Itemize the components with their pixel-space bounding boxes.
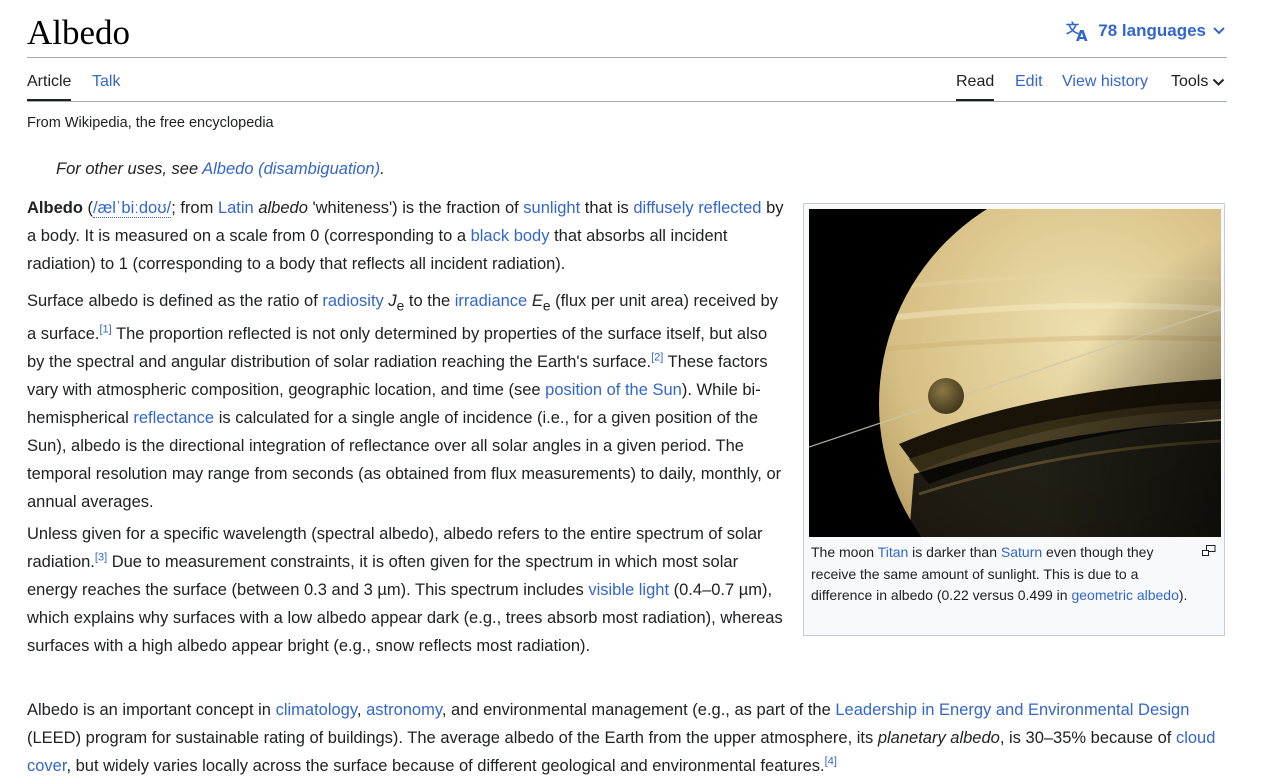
text: that is — [580, 199, 634, 217]
link-leed[interactable]: Leadership in Energy and Environmental D… — [835, 701, 1189, 719]
disambiguation-link[interactable]: Albedo (disambiguation) — [202, 160, 380, 178]
link-reflectance[interactable]: reflectance — [133, 409, 214, 427]
text: is darker than — [908, 544, 1001, 560]
link-sunlight[interactable]: sunlight — [523, 199, 580, 217]
text: Surface albedo is defined as the ratio o… — [27, 292, 323, 310]
link-titan[interactable]: Titan — [878, 544, 909, 560]
tab-edit[interactable]: Edit — [1015, 72, 1043, 92]
chevron-down-icon — [1213, 27, 1225, 35]
term-italic: albedo — [258, 199, 308, 217]
text: , is 30–35% because of — [999, 729, 1176, 747]
subscript: e — [542, 298, 551, 314]
text: (LEED) program for sustainable rating of… — [27, 729, 878, 747]
text: to the — [404, 292, 455, 310]
link-radiosity[interactable]: radiosity — [322, 292, 383, 310]
text: , but widely varies locally across the s… — [66, 757, 825, 775]
link-black-body[interactable]: black body — [471, 227, 550, 245]
languages-label: 78 languages — [1098, 21, 1206, 40]
link-visible-light[interactable]: visible light — [588, 581, 669, 599]
tab-article[interactable]: Article — [27, 72, 72, 101]
tools-menu[interactable]: Tools — [1171, 72, 1225, 92]
chevron-down-icon — [1213, 78, 1225, 86]
link-position-of-the-sun[interactable]: position of the Sun — [545, 381, 682, 399]
tabs-divider — [27, 101, 1227, 102]
saturn-titan-image[interactable] — [809, 209, 1221, 537]
link-climatology[interactable]: climatology — [276, 701, 357, 719]
text: , — [356, 701, 367, 719]
reference-2[interactable]: [2] — [651, 352, 663, 364]
paragraph-surface-albedo: Surface albedo is defined as the ratio o… — [27, 287, 787, 516]
reference-1[interactable]: [1] — [99, 324, 111, 336]
paragraph-importance: Albedo is an important concept in climat… — [27, 696, 1227, 780]
hatnote-suffix: . — [380, 160, 385, 178]
text: 'whiteness') is the fraction of — [307, 199, 524, 217]
term-italic: planetary albedo — [877, 729, 1000, 747]
link-geometric-albedo[interactable]: geometric albedo — [1071, 587, 1178, 603]
text: ). — [1178, 587, 1188, 603]
svg-text:A: A — [1076, 27, 1088, 42]
symbol-j: J — [388, 292, 397, 310]
text: The proportion reflected is not only det… — [27, 325, 768, 372]
reference-3[interactable]: [3] — [95, 552, 107, 564]
link-irradiance[interactable]: irradiance — [455, 292, 527, 310]
ipa-link[interactable]: /ælˈbiːdoʊ/ — [93, 199, 172, 218]
tab-talk[interactable]: Talk — [92, 72, 120, 92]
infobox-caption: The moon Titan is darker than Saturn eve… — [811, 542, 1191, 607]
term-bold: Albedo — [27, 199, 83, 217]
text: ; from — [171, 199, 218, 217]
tagline: From Wikipedia, the free encyclopedia — [27, 115, 274, 131]
hatnote: For other uses, see Albedo (disambiguati… — [56, 160, 385, 179]
paragraph-spectrum: Unless given for a specific wavelength (… — [27, 520, 787, 660]
text: Albedo is an important concept in — [27, 701, 276, 719]
title-divider — [27, 57, 1227, 58]
link-saturn[interactable]: Saturn — [1001, 544, 1042, 560]
symbol-e: E — [531, 292, 543, 310]
reference-4[interactable]: [4] — [825, 756, 837, 768]
link-diffuse-reflection[interactable]: diffusely reflected — [633, 199, 761, 217]
tools-label: Tools — [1171, 73, 1209, 90]
language-selector[interactable]: 文 A 78 languages — [1066, 20, 1226, 42]
text: The moon — [811, 544, 878, 560]
page-title: Albedo — [27, 13, 131, 52]
translate-icon: 文 A — [1066, 21, 1088, 42]
tab-view-history[interactable]: View history — [1062, 72, 1148, 92]
paragraph-intro: Albedo (/ælˈbiːdoʊ/; from Latin albedo '… — [27, 194, 787, 278]
link-astronomy[interactable]: astronomy — [366, 701, 442, 719]
infobox-figure: The moon Titan is darker than Saturn eve… — [803, 203, 1225, 636]
text: ( — [82, 199, 94, 217]
text: , and environmental management (e.g., as… — [441, 701, 836, 719]
tab-read[interactable]: Read — [956, 72, 995, 101]
hatnote-text: For other uses, see — [56, 160, 203, 178]
link-latin[interactable]: Latin — [218, 199, 254, 217]
enlarge-icon[interactable] — [1202, 545, 1216, 557]
